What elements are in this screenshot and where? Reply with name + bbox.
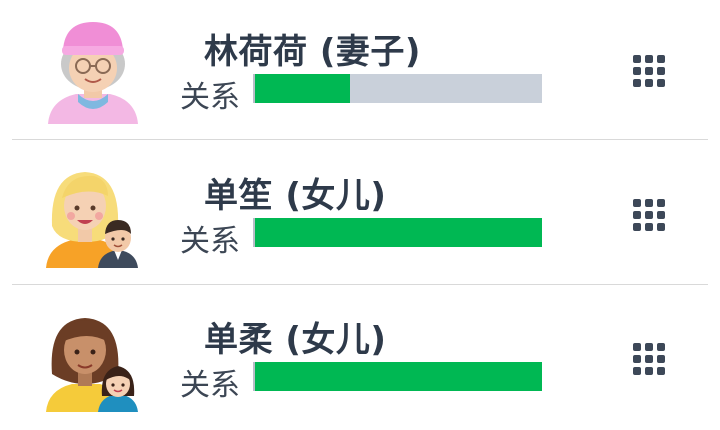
grid-dots-icon[interactable] bbox=[632, 54, 666, 88]
member-name: 单笙 (女儿) bbox=[204, 176, 387, 216]
member-row-2[interactable]: 单笙 (女儿) 关系 bbox=[0, 144, 720, 286]
relation-progress-bar bbox=[253, 218, 542, 247]
member-name: 单柔 (女儿) bbox=[204, 320, 387, 360]
row-divider bbox=[12, 139, 708, 140]
relation-label: 关系 bbox=[180, 368, 240, 403]
relation-label: 关系 bbox=[180, 80, 240, 115]
relation-progress-fill bbox=[255, 362, 542, 391]
blonde-woman-with-man-avatar-icon bbox=[38, 156, 148, 268]
elderly-woman-avatar-icon bbox=[38, 12, 148, 124]
member-row-3[interactable]: 单柔 (女儿) 关系 bbox=[0, 288, 720, 430]
brunette-woman-with-girl-avatar-icon bbox=[38, 300, 148, 412]
row-divider bbox=[12, 284, 708, 285]
relation-progress-bar bbox=[253, 362, 542, 391]
relation-progress-fill bbox=[255, 218, 542, 247]
relation-label: 关系 bbox=[180, 224, 240, 259]
relation-progress-fill bbox=[255, 74, 350, 103]
grid-dots-icon[interactable] bbox=[632, 198, 666, 232]
member-name: 林荷荷 (妻子) bbox=[204, 32, 421, 72]
grid-dots-icon[interactable] bbox=[632, 342, 666, 376]
member-row-1[interactable]: 林荷荷 (妻子) 关系 bbox=[0, 0, 720, 142]
relation-progress-bar bbox=[253, 74, 542, 103]
